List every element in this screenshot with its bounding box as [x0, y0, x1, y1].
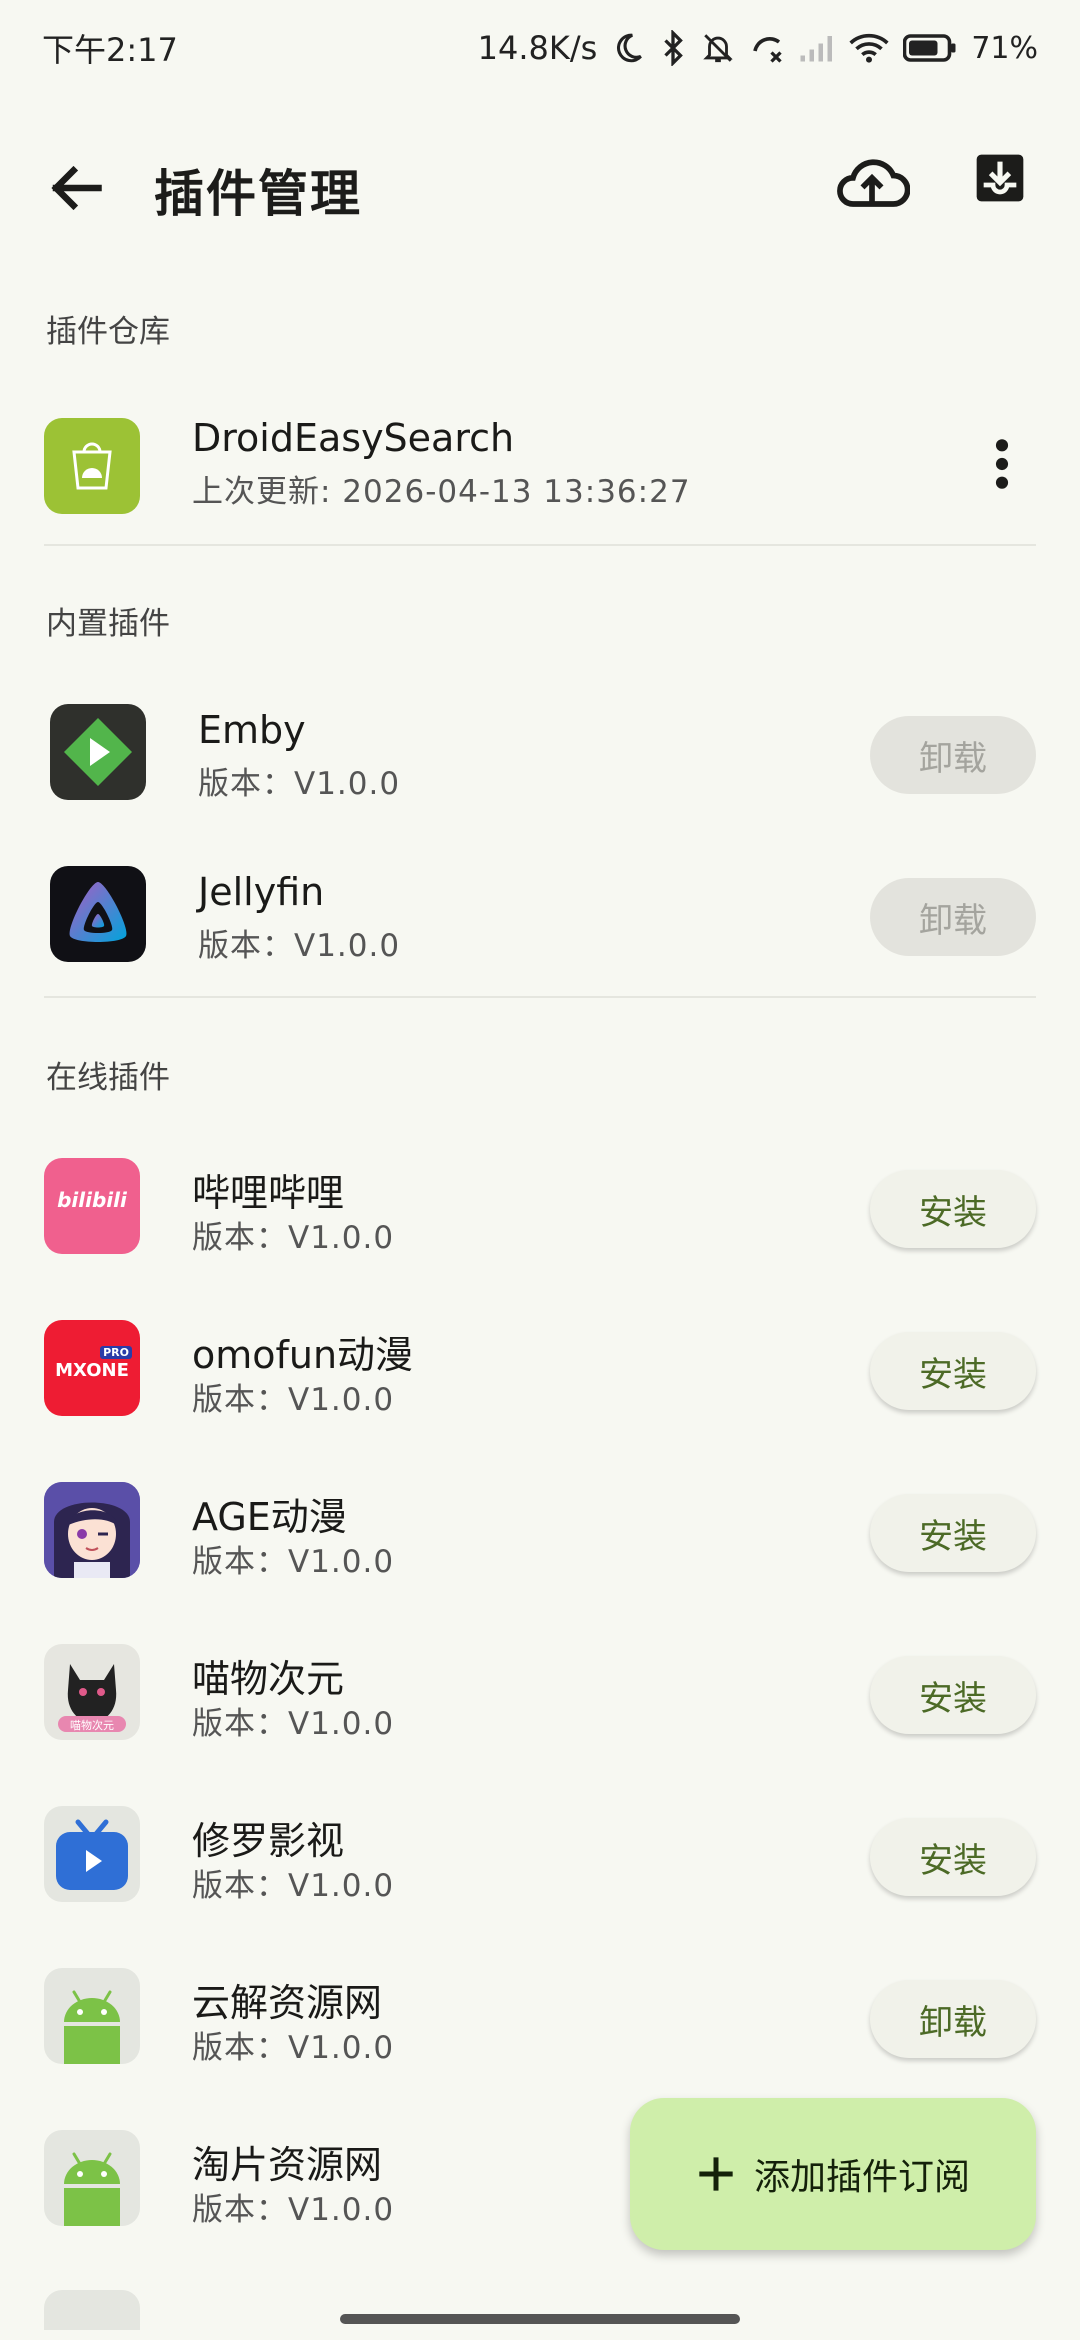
import-button[interactable]: [972, 150, 1036, 220]
plugin-row-miaowu: 喵物次元 喵物次元 版本：V1.0.0 安装: [0, 1626, 1080, 1776]
repository-updated: 上次更新: 2026-04-13 13:36:27: [192, 474, 691, 510]
next-app-icon-partial: [44, 2290, 140, 2330]
section-header-online: 在线插件: [46, 1060, 170, 1096]
status-time: 下午2:17: [42, 31, 178, 69]
add-subscription-fab[interactable]: 添加插件订阅: [630, 2098, 1036, 2250]
tv-play-icon: [56, 1819, 128, 1890]
repository-more-button[interactable]: [986, 436, 1018, 492]
repository-row[interactable]: DroidEasySearch 上次更新: 2026-04-13 13:36:2…: [0, 400, 1080, 550]
back-button[interactable]: [46, 158, 106, 218]
uninstall-button[interactable]: 卸载: [870, 878, 1036, 956]
plugin-name: 淘片资源网: [192, 2143, 383, 2187]
plugin-name: 云解资源网: [192, 1981, 383, 2025]
net-speed: 14.8K/s: [477, 29, 598, 67]
android-robot-icon: [64, 1990, 120, 2064]
inbox-download-icon: [976, 154, 1024, 202]
plus-icon: [699, 2157, 733, 2191]
screen: 下午2:17 14.8K/s 71% 插件管理 插件仓库 DroidEasySe…: [0, 0, 1080, 2340]
battery-percent: 71%: [971, 30, 1038, 66]
droideasysearch-app-icon: [44, 418, 140, 514]
plugin-name: 修罗影视: [192, 1819, 345, 1863]
plugin-row-jellyfin: Jellyfin 版本：V1.0.0 卸载: [0, 848, 1080, 998]
section-header-repository: 插件仓库: [46, 314, 170, 350]
plugin-name: 哔哩哔哩: [192, 1171, 345, 1215]
emby-logo-icon: [64, 718, 132, 786]
section-header-builtin: 内置插件: [46, 606, 170, 642]
plugin-version: 版本：V1.0.0: [198, 766, 401, 802]
plugin-row-xiuluo: 修罗影视 版本：V1.0.0 安装: [0, 1788, 1080, 1938]
plugin-version: 版本：V1.0.0: [192, 2030, 395, 2066]
page-title: 插件管理: [154, 165, 362, 223]
plugin-name: AGE动漫: [192, 1495, 347, 1539]
plugin-version: 版本：V1.0.0: [198, 928, 401, 964]
plugin-name: 喵物次元: [192, 1657, 345, 1701]
plugin-row-bilibili: bilibili 哔哩哔哩 版本：V1.0.0 安装: [0, 1140, 1080, 1290]
wifi-icon: [849, 33, 889, 63]
install-button[interactable]: 安装: [870, 1494, 1036, 1572]
anime-girl-avatar-icon: [44, 1482, 140, 1578]
shopping-bag-android-icon: [72, 442, 112, 490]
divider: [44, 996, 1036, 998]
bluetooth-icon: [664, 30, 684, 66]
plugin-version: 版本：V1.0.0: [192, 1868, 395, 1904]
upload-button[interactable]: [834, 150, 911, 220]
fab-label: 添加插件订阅: [753, 2157, 970, 2198]
install-button[interactable]: 安装: [870, 1332, 1036, 1410]
status-bar: 下午2:17 14.8K/s 71%: [0, 0, 1080, 96]
status-icons: 14.8K/s 71%: [478, 29, 1038, 67]
install-button[interactable]: 安装: [870, 1818, 1036, 1896]
plugin-name: omofun动漫: [192, 1333, 414, 1377]
call-forward-icon: [753, 37, 782, 63]
install-button[interactable]: 安装: [870, 1170, 1036, 1248]
miaowu-app-icon: 喵物次元: [44, 1644, 140, 1740]
app-bar: 插件管理: [0, 120, 1080, 250]
bell-off-icon: [703, 34, 734, 63]
yunjie-app-icon: [44, 1968, 140, 2064]
android-robot-icon: [64, 2152, 120, 2226]
cloud-upload-icon: [837, 159, 911, 207]
plugin-row-yunjie: 云解资源网 版本：V1.0.0 卸载: [0, 1950, 1080, 2100]
moon-icon: [617, 33, 643, 63]
jellyfin-logo-icon: [69, 882, 127, 942]
uninstall-button[interactable]: 卸载: [870, 1980, 1036, 2058]
install-button[interactable]: 安装: [870, 1656, 1036, 1734]
more-vertical-icon: [995, 439, 1009, 489]
plugin-version: 版本：V1.0.0: [192, 2192, 395, 2228]
age-anime-app-icon: [44, 1482, 140, 1578]
mxone-logo-text: MXONE: [55, 1360, 129, 1381]
plugin-version: 版本：V1.0.0: [192, 1220, 395, 1256]
plugin-version: 版本：V1.0.0: [192, 1706, 395, 1742]
battery-icon: [903, 34, 956, 62]
plugin-row-omofun: PRO MXONE omofun动漫 版本：V1.0.0 安装: [0, 1302, 1080, 1452]
arrow-left-icon: [51, 165, 102, 211]
uninstall-button[interactable]: 卸载: [870, 716, 1036, 794]
xiuluo-app-icon: [44, 1806, 140, 1902]
pro-badge: PRO: [100, 1346, 132, 1359]
signal-icon: [800, 36, 833, 62]
bilibili-logo-text: bilibili: [57, 1188, 127, 1212]
home-indicator[interactable]: [340, 2314, 740, 2324]
emby-app-icon: [50, 704, 146, 800]
bilibili-app-icon: bilibili: [44, 1158, 140, 1254]
repository-name: DroidEasySearch: [192, 416, 515, 460]
taopian-app-icon: [44, 2130, 140, 2226]
plugin-version: 版本：V1.0.0: [192, 1382, 395, 1418]
plugin-name: Emby: [198, 708, 306, 752]
omofun-app-icon: PRO MXONE: [44, 1320, 140, 1416]
jellyfin-app-icon: [50, 866, 146, 962]
plugin-version: 版本：V1.0.0: [192, 1544, 395, 1580]
plugin-row-age: AGE动漫 版本：V1.0.0 安装: [0, 1464, 1080, 1614]
miaowu-logo-text: 喵物次元: [70, 1719, 114, 1732]
plugin-name: Jellyfin: [198, 870, 325, 914]
divider: [44, 544, 1036, 546]
plugin-row-emby: Emby 版本：V1.0.0 卸载: [0, 686, 1080, 836]
